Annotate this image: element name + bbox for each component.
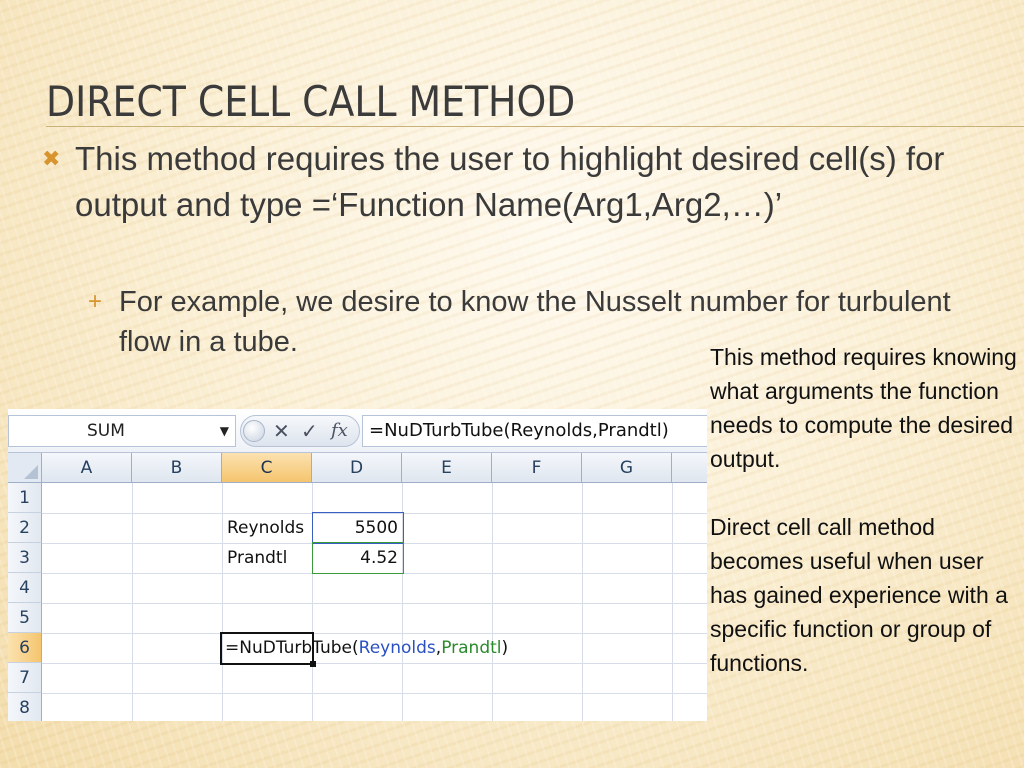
- select-all-corner[interactable]: [8, 453, 42, 483]
- grid-line: [222, 483, 223, 721]
- name-box-value: SUM: [87, 421, 125, 441]
- grid-line: [42, 663, 707, 664]
- title-divider: [46, 126, 1024, 127]
- column-header-f[interactable]: F: [492, 453, 582, 483]
- grid-line: [492, 483, 493, 721]
- plus-bullet-icon: +: [88, 288, 103, 315]
- column-header-c[interactable]: C: [222, 453, 312, 483]
- row-header-1[interactable]: 1: [8, 483, 42, 513]
- insert-function-icon[interactable]: fx: [331, 416, 348, 446]
- grid-line: [582, 483, 583, 721]
- column-header-partial[interactable]: [672, 453, 707, 483]
- cell-c2[interactable]: Reynolds: [227, 513, 304, 543]
- reference-highlight-reynolds: [312, 512, 404, 544]
- reference-highlight-prandtl: [312, 542, 404, 574]
- side-note-paragraph-1: This method requires knowing what argume…: [710, 344, 1017, 472]
- grid-line: [672, 483, 673, 721]
- formula-buttons: ✕ ✓ fx: [240, 415, 360, 447]
- row-header-7[interactable]: 7: [8, 663, 42, 693]
- spreadsheet-screenshot: SUM ▼ ✕ ✓ fx =NuDTurbTube(Reynolds,Prand…: [8, 409, 707, 721]
- row-header-3[interactable]: 3: [8, 543, 42, 573]
- formula-input[interactable]: =NuDTurbTube(Reynolds,Prandtl): [362, 415, 707, 447]
- chevron-down-icon[interactable]: ▼: [220, 416, 229, 446]
- formula-suffix: ): [501, 638, 509, 658]
- formula-bar-grip-icon: [243, 420, 265, 442]
- formula-arg-prandtl: Prandtl: [441, 638, 502, 658]
- x-mark-bullet-icon: ✖: [42, 146, 61, 171]
- row-header-5[interactable]: 5: [8, 603, 42, 633]
- enter-check-icon[interactable]: ✓: [301, 416, 318, 446]
- name-box[interactable]: SUM ▼: [8, 415, 236, 447]
- slide-title: DIRECT CELL CALL METHOD: [46, 77, 576, 126]
- row-header-6[interactable]: 6: [8, 633, 42, 663]
- cell-c6-formula[interactable]: =NuDTurbTube(Reynolds,Prandtl): [225, 633, 508, 663]
- side-note-paragraph-2: Direct cell call method becomes useful w…: [710, 514, 1008, 676]
- column-header-e[interactable]: E: [402, 453, 492, 483]
- cell-c3[interactable]: Prandtl: [227, 543, 287, 573]
- cancel-icon[interactable]: ✕: [273, 416, 290, 446]
- column-header-b[interactable]: B: [132, 453, 222, 483]
- column-header-g[interactable]: G: [582, 453, 672, 483]
- formula-prefix: =NuDTurbTube(: [225, 638, 359, 658]
- grid-line: [132, 483, 133, 721]
- bullet-level1-text: This method requires the user to highlig…: [75, 140, 945, 223]
- column-header-d[interactable]: D: [312, 453, 402, 483]
- formula-bar: SUM ▼ ✕ ✓ fx =NuDTurbTube(Reynolds,Prand…: [8, 409, 707, 453]
- grid-line: [42, 693, 707, 694]
- row-header-4[interactable]: 4: [8, 573, 42, 603]
- column-header-a[interactable]: A: [42, 453, 132, 483]
- formula-arg-reynolds: Reynolds: [358, 638, 436, 658]
- bullet-level1: ✖ This method requires the user to highl…: [42, 136, 992, 228]
- row-header-2[interactable]: 2: [8, 513, 42, 543]
- grid-line: [42, 603, 707, 604]
- row-header-8[interactable]: 8: [8, 693, 42, 721]
- side-note: This method requires knowing what argume…: [710, 340, 1020, 680]
